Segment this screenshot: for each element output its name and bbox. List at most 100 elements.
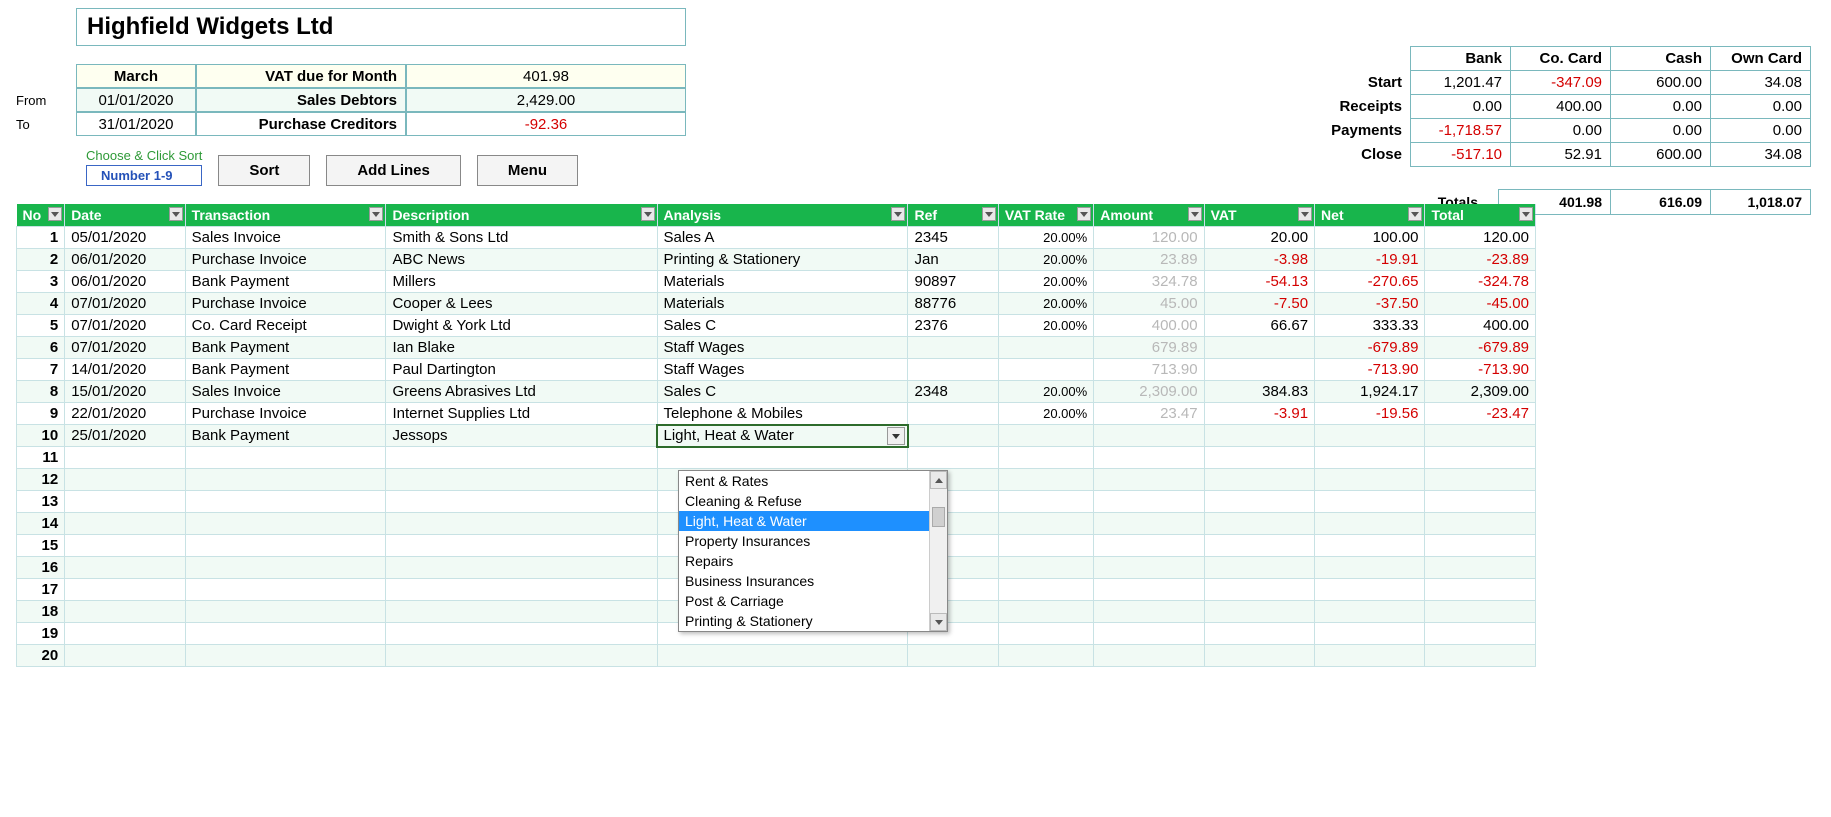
col-header-date[interactable]: Date [65,204,185,227]
cell-empty[interactable] [65,579,185,601]
cell-amount[interactable]: 400.00 [1094,315,1204,337]
cell-net[interactable]: -37.50 [1315,293,1425,315]
cell-net[interactable]: -270.65 [1315,271,1425,293]
cell-vat-rate[interactable]: 20.00% [998,271,1093,293]
cell-transaction[interactable]: Sales Invoice [185,227,386,249]
cell-transaction[interactable]: Bank Payment [185,337,386,359]
cell-empty[interactable] [185,645,386,667]
cell-empty[interactable] [1204,535,1314,557]
cell-total[interactable]: -324.78 [1425,271,1536,293]
cell-date[interactable]: 15/01/2020 [65,381,185,403]
cell-empty[interactable] [1094,469,1204,491]
dropdown-item[interactable]: Light, Heat & Water [679,511,947,531]
cell-empty[interactable] [1315,469,1425,491]
cell-total[interactable]: 120.00 [1425,227,1536,249]
cell-empty[interactable] [1425,469,1536,491]
cell-empty[interactable] [65,513,185,535]
cell-empty[interactable] [185,623,386,645]
cell-vat[interactable]: -54.13 [1204,271,1314,293]
cell-empty[interactable] [998,601,1093,623]
filter-icon[interactable] [891,207,905,221]
col-header-ref[interactable]: Ref [908,204,998,227]
cell-empty[interactable] [386,601,657,623]
cell-analysis[interactable]: Materials [657,271,908,293]
cell-date[interactable]: 05/01/2020 [65,227,185,249]
dropdown-item[interactable]: Rent & Rates [679,471,947,491]
col-header-transaction[interactable]: Transaction [185,204,386,227]
cell-vat-rate[interactable]: 20.00% [998,403,1093,425]
cell-vat[interactable]: -3.91 [1204,403,1314,425]
cell-ref[interactable] [908,403,998,425]
cell-net[interactable]: -19.91 [1315,249,1425,271]
filter-icon[interactable] [1408,207,1422,221]
cell-empty[interactable] [386,579,657,601]
cell-empty[interactable] [185,469,386,491]
cell-amount[interactable]: 679.89 [1094,337,1204,359]
cell-date[interactable]: 22/01/2020 [65,403,185,425]
cell-description[interactable]: Cooper & Lees [386,293,657,315]
cell-transaction[interactable]: Bank Payment [185,425,386,447]
cell-empty[interactable] [1204,623,1314,645]
cell-empty[interactable] [1094,557,1204,579]
cell-amount[interactable]: 2,309.00 [1094,381,1204,403]
cell-ref[interactable]: 2376 [908,315,998,337]
cell-vat[interactable]: -3.98 [1204,249,1314,271]
cell-amount[interactable]: 23.47 [1094,403,1204,425]
cell-empty[interactable] [1094,513,1204,535]
cell-date[interactable]: 06/01/2020 [65,249,185,271]
cell-empty[interactable] [185,557,386,579]
menu-button[interactable]: Menu [477,155,578,186]
cell-ref[interactable] [908,359,998,381]
cell-empty[interactable] [386,645,657,667]
dropdown-item[interactable]: Property Insurances [679,531,947,551]
filter-icon[interactable] [1519,207,1533,221]
scroll-up-icon[interactable] [930,471,947,489]
filter-icon[interactable] [1298,207,1312,221]
cell-total[interactable]: -23.89 [1425,249,1536,271]
cell-description[interactable]: Internet Supplies Ltd [386,403,657,425]
cell-date[interactable]: 14/01/2020 [65,359,185,381]
cell-empty[interactable] [1094,535,1204,557]
cell-vat-rate[interactable] [998,425,1093,447]
cell-empty[interactable] [998,535,1093,557]
cell-empty[interactable] [998,623,1093,645]
cell-transaction[interactable]: Sales Invoice [185,381,386,403]
filter-icon[interactable] [169,207,183,221]
filter-icon[interactable] [48,207,62,221]
cell-net[interactable]: 1,924.17 [1315,381,1425,403]
sort-type-selector[interactable]: Number 1-9 [86,165,202,186]
filter-icon[interactable] [1188,207,1202,221]
cell-empty[interactable] [1204,513,1314,535]
cell-amount[interactable]: 324.78 [1094,271,1204,293]
cell-vat-rate[interactable]: 20.00% [998,381,1093,403]
cell-analysis[interactable]: Printing & Stationery [657,249,908,271]
cell-empty[interactable] [65,601,185,623]
cell-empty[interactable] [1315,557,1425,579]
cell-empty[interactable] [185,513,386,535]
cell-ref[interactable]: Jan [908,249,998,271]
cell-empty[interactable] [1204,557,1314,579]
cell-empty[interactable] [1425,535,1536,557]
cell-empty[interactable] [185,535,386,557]
cell-empty[interactable] [1425,491,1536,513]
cell-total[interactable] [1425,425,1536,447]
cell-empty[interactable] [65,557,185,579]
filter-icon[interactable] [641,207,655,221]
dropdown-item[interactable]: Post & Carriage [679,591,947,611]
cell-net[interactable] [1315,425,1425,447]
cell-date[interactable]: 25/01/2020 [65,425,185,447]
cell-empty[interactable] [1425,579,1536,601]
cell-empty[interactable] [185,447,386,469]
cell-transaction[interactable]: Co. Card Receipt [185,315,386,337]
cell-empty[interactable] [1315,447,1425,469]
cell-empty[interactable] [998,579,1093,601]
cell-empty[interactable] [1094,491,1204,513]
cell-analysis[interactable]: Staff Wages [657,337,908,359]
cell-total[interactable]: 400.00 [1425,315,1536,337]
cell-empty[interactable] [998,469,1093,491]
cell-date[interactable]: 07/01/2020 [65,337,185,359]
cell-transaction[interactable]: Purchase Invoice [185,249,386,271]
cell-empty[interactable] [1315,645,1425,667]
cell-description[interactable]: Ian Blake [386,337,657,359]
cell-empty[interactable] [65,645,185,667]
